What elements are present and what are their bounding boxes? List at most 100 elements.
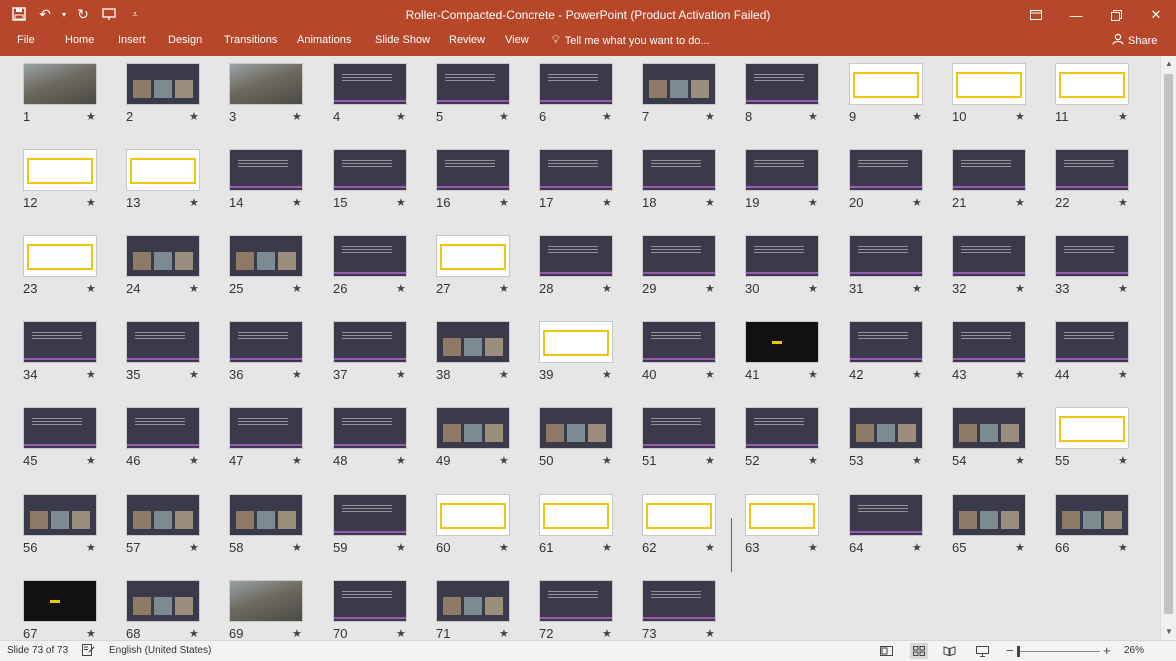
slide-preview[interactable]	[126, 235, 200, 277]
slide-preview[interactable]	[849, 63, 923, 105]
transition-star-icon[interactable]: ★	[1015, 368, 1025, 381]
transition-star-icon[interactable]: ★	[292, 196, 302, 209]
slide-thumbnail[interactable]: 64 ★	[849, 494, 923, 555]
transition-star-icon[interactable]: ★	[1015, 196, 1025, 209]
transition-star-icon[interactable]: ★	[396, 454, 406, 467]
slide-thumbnail[interactable]: 61 ★	[539, 494, 613, 555]
slide-thumbnail[interactable]: 48 ★	[333, 407, 407, 468]
transition-star-icon[interactable]: ★	[1015, 541, 1025, 554]
slide-preview[interactable]	[745, 63, 819, 105]
slide-thumbnail[interactable]: 73 ★	[642, 580, 716, 640]
transition-star-icon[interactable]: ★	[808, 110, 818, 123]
transition-star-icon[interactable]: ★	[292, 368, 302, 381]
transition-star-icon[interactable]: ★	[705, 541, 715, 554]
slide-preview[interactable]	[1055, 235, 1129, 277]
tab-animations[interactable]: Animations	[297, 34, 351, 46]
slide-preview[interactable]	[23, 407, 97, 449]
transition-star-icon[interactable]: ★	[292, 454, 302, 467]
transition-star-icon[interactable]: ★	[396, 368, 406, 381]
transition-star-icon[interactable]: ★	[912, 196, 922, 209]
slide-thumbnail[interactable]: 11 ★	[1055, 63, 1129, 124]
slide-thumbnail[interactable]: 51 ★	[642, 407, 716, 468]
slide-preview[interactable]	[229, 63, 303, 105]
slide-thumbnail[interactable]: 67 ★	[23, 580, 97, 640]
slide-preview[interactable]	[642, 407, 716, 449]
slide-thumbnail[interactable]: 9 ★	[849, 63, 923, 124]
slide-thumbnail[interactable]: 5 ★	[436, 63, 510, 124]
slide-thumbnail[interactable]: 34 ★	[23, 321, 97, 382]
slide-thumbnail[interactable]: 6 ★	[539, 63, 613, 124]
slide-preview[interactable]	[333, 580, 407, 622]
slide-preview[interactable]	[436, 235, 510, 277]
slide-preview[interactable]	[539, 149, 613, 191]
slide-thumbnail[interactable]: 43 ★	[952, 321, 1026, 382]
slide-preview[interactable]	[745, 494, 819, 536]
slide-thumbnail[interactable]: 69 ★	[229, 580, 303, 640]
slide-preview[interactable]	[1055, 321, 1129, 363]
slide-thumbnail[interactable]: 17 ★	[539, 149, 613, 210]
close-icon[interactable]: ✕	[1136, 0, 1176, 30]
slide-preview[interactable]	[1055, 63, 1129, 105]
zoom-in-icon[interactable]: +	[1103, 643, 1111, 658]
transition-star-icon[interactable]: ★	[808, 541, 818, 554]
slide-thumbnail[interactable]: 59 ★	[333, 494, 407, 555]
scroll-thumb[interactable]	[1164, 74, 1173, 614]
slide-thumbnail[interactable]: 15 ★	[333, 149, 407, 210]
slide-preview[interactable]	[1055, 407, 1129, 449]
slide-preview[interactable]	[333, 494, 407, 536]
tab-design[interactable]: Design	[168, 34, 202, 46]
slide-preview[interactable]	[539, 494, 613, 536]
slide-preview[interactable]	[23, 149, 97, 191]
slide-preview[interactable]	[952, 321, 1026, 363]
undo-icon[interactable]: ↶	[34, 4, 56, 24]
slide-thumbnail[interactable]: 63 ★	[745, 494, 819, 555]
transition-star-icon[interactable]: ★	[86, 541, 96, 554]
slide-thumbnail[interactable]: 22 ★	[1055, 149, 1129, 210]
transition-star-icon[interactable]: ★	[602, 541, 612, 554]
slide-preview[interactable]	[126, 494, 200, 536]
zoom-slider-handle[interactable]	[1017, 646, 1020, 657]
transition-star-icon[interactable]: ★	[292, 110, 302, 123]
share-button[interactable]: Share	[1112, 33, 1157, 48]
transition-star-icon[interactable]: ★	[189, 627, 199, 640]
transition-star-icon[interactable]: ★	[396, 110, 406, 123]
slide-preview[interactable]	[23, 63, 97, 105]
slide-preview[interactable]	[23, 235, 97, 277]
transition-star-icon[interactable]: ★	[499, 627, 509, 640]
slide-preview[interactable]	[539, 580, 613, 622]
transition-star-icon[interactable]: ★	[1015, 454, 1025, 467]
transition-star-icon[interactable]: ★	[808, 282, 818, 295]
transition-star-icon[interactable]: ★	[1015, 282, 1025, 295]
slide-preview[interactable]	[952, 63, 1026, 105]
slide-preview[interactable]	[849, 321, 923, 363]
minimize-icon[interactable]: —	[1056, 0, 1096, 30]
transition-star-icon[interactable]: ★	[808, 368, 818, 381]
slide-thumbnail[interactable]: 8 ★	[745, 63, 819, 124]
slide-thumbnail[interactable]: 50 ★	[539, 407, 613, 468]
scroll-down-icon[interactable]: ▼	[1161, 624, 1176, 640]
slide-thumbnail[interactable]: 30 ★	[745, 235, 819, 296]
transition-star-icon[interactable]: ★	[705, 454, 715, 467]
slide-thumbnail[interactable]: 37 ★	[333, 321, 407, 382]
transition-star-icon[interactable]: ★	[705, 196, 715, 209]
slide-thumbnail[interactable]: 57 ★	[126, 494, 200, 555]
slide-thumbnail[interactable]: 16 ★	[436, 149, 510, 210]
slide-thumbnail[interactable]: 23 ★	[23, 235, 97, 296]
slide-thumbnail[interactable]: 2 ★	[126, 63, 200, 124]
slide-thumbnail[interactable]: 70 ★	[333, 580, 407, 640]
tab-transitions[interactable]: Transitions	[224, 34, 277, 46]
transition-star-icon[interactable]: ★	[912, 110, 922, 123]
slide-preview[interactable]	[229, 407, 303, 449]
slide-preview[interactable]	[126, 63, 200, 105]
transition-star-icon[interactable]: ★	[189, 454, 199, 467]
slide-thumbnail[interactable]: 35 ★	[126, 321, 200, 382]
slide-preview[interactable]	[126, 407, 200, 449]
slide-thumbnail[interactable]: 65 ★	[952, 494, 1026, 555]
transition-star-icon[interactable]: ★	[1118, 368, 1128, 381]
transition-star-icon[interactable]: ★	[189, 368, 199, 381]
transition-star-icon[interactable]: ★	[499, 110, 509, 123]
slide-preview[interactable]	[23, 494, 97, 536]
slide-preview[interactable]	[952, 235, 1026, 277]
slide-preview[interactable]	[849, 407, 923, 449]
slide-preview[interactable]	[642, 63, 716, 105]
